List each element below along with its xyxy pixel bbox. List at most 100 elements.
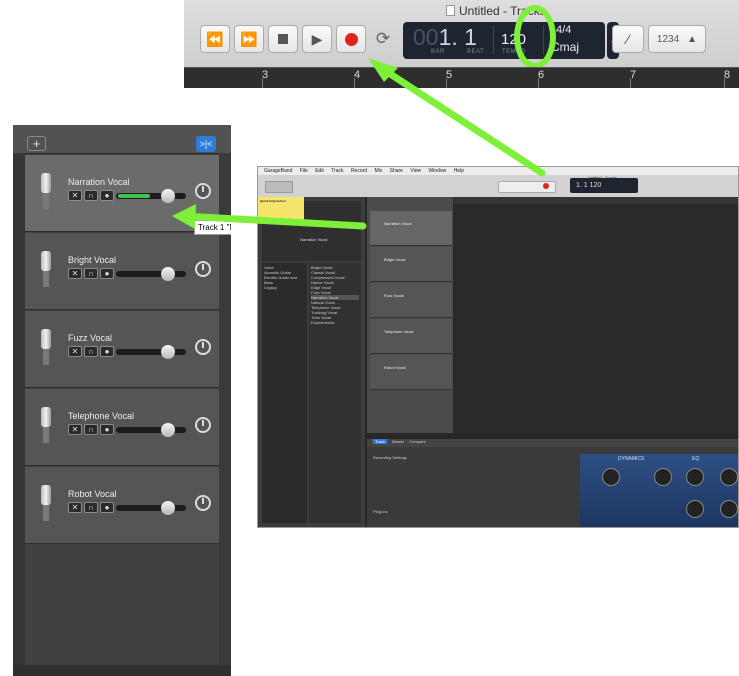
tab-master[interactable]: Master	[392, 439, 404, 444]
microphone-icon	[41, 329, 51, 367]
headphones-icon[interactable]: ∩	[84, 424, 98, 435]
timeline-ruler[interactable]: 3 4 5 6 7 8	[184, 67, 739, 88]
menu-item[interactable]: Edit	[315, 168, 324, 174]
app-ruler[interactable]	[454, 197, 738, 204]
menu-item[interactable]: Mix	[374, 168, 382, 174]
library-panel: Narration Vocal Voice Acoustic Guitar Elec…	[258, 197, 365, 527]
track-tooltip: Track 1 "N	[194, 220, 231, 235]
mute-icon[interactable]: ✕	[68, 346, 82, 357]
pan-knob[interactable]	[195, 417, 211, 433]
track-name: Fuzz Vocal	[68, 333, 113, 343]
play-button[interactable]: ▶	[302, 25, 332, 53]
forward-button[interactable]: ⏩	[234, 25, 264, 53]
eq-knob[interactable]	[720, 500, 738, 518]
add-track-button[interactable]: +	[27, 136, 46, 151]
headphones-icon[interactable]: ∩	[84, 346, 98, 357]
track-header-toolbar: + >|<	[13, 125, 231, 154]
garageband-window-screenshot: GarageBand File Edit Track Record Mix Sh…	[257, 166, 739, 528]
library-presets[interactable]: Bright Vocal Classic Vocal Compressed Voca…	[309, 263, 361, 523]
track-header-crop: + >|< Narration Vocal ✕ ∩ ● Bright Vocal ✕…	[13, 125, 231, 676]
track-header-narration[interactable]: Narration Vocal ✕ ∩ ●	[25, 155, 219, 232]
tracks-grid[interactable]	[454, 197, 738, 433]
stop-button[interactable]	[268, 25, 298, 53]
record-enable-icon[interactable]: ●	[100, 268, 114, 279]
headphones-icon[interactable]: ∩	[84, 502, 98, 513]
volume-slider[interactable]	[116, 423, 186, 437]
volume-knob[interactable]	[161, 267, 175, 281]
bar-readout: 001. 1	[413, 24, 477, 50]
mute-icon[interactable]: ✕	[68, 424, 82, 435]
menu-item[interactable]: Help	[454, 168, 464, 174]
volume-knob[interactable]	[161, 501, 175, 515]
pan-knob[interactable]	[195, 339, 211, 355]
beat-label: BEAT	[467, 49, 485, 55]
fast-forward-icon: ⏩	[240, 30, 258, 47]
editor-tabs: Track Master Compare	[367, 439, 738, 447]
tab-track[interactable]: Track	[373, 439, 387, 444]
cycle-button[interactable]: ⟳	[370, 25, 396, 53]
microphone-icon	[41, 407, 51, 445]
menu-item[interactable]: File	[300, 168, 308, 174]
volume-slider[interactable]	[116, 345, 186, 359]
eq-knob[interactable]	[720, 468, 738, 486]
library-categories[interactable]: Voice Acoustic Guitar Electric Guitar and …	[262, 263, 307, 523]
menu-item[interactable]: GarageBand	[264, 168, 292, 174]
filter-icon: >|<	[199, 139, 213, 149]
record-enable-icon[interactable]: ●	[100, 346, 114, 357]
pan-knob[interactable]	[195, 261, 211, 277]
menu-item[interactable]: View	[410, 168, 421, 174]
app-track[interactable]: Fuzz Vocal	[370, 283, 452, 318]
tuner-button[interactable]: ⁄	[612, 25, 644, 53]
app-lcd[interactable]: 1. 1 120	[570, 178, 638, 193]
pan-knob[interactable]	[195, 183, 211, 199]
time-signature: 4/4	[556, 24, 572, 36]
track-header-bright[interactable]: Bright Vocal ✕ ∩ ●	[25, 233, 219, 310]
volume-slider[interactable]	[116, 189, 186, 203]
eq-knob[interactable]	[654, 468, 672, 486]
track-header-telephone[interactable]: Telephone Vocal ✕ ∩ ●	[25, 389, 219, 466]
app-track[interactable]: Bright Vocal	[370, 247, 452, 282]
app-track[interactable]: Robot Vocal	[370, 355, 452, 390]
mute-icon[interactable]: ✕	[68, 502, 82, 513]
record-enable-icon[interactable]: ●	[100, 502, 114, 513]
app-track[interactable]: Narration Vocal	[370, 211, 452, 246]
track-name: Narration Vocal	[68, 177, 130, 187]
headphones-icon[interactable]: ∩	[84, 268, 98, 279]
microphone-icon	[41, 173, 51, 211]
menu-bar: GarageBand File Edit Track Record Mix Sh…	[258, 167, 738, 175]
menu-item[interactable]: Track	[331, 168, 343, 174]
mute-icon[interactable]: ✕	[68, 268, 82, 279]
headphones-icon[interactable]: ∩	[84, 190, 98, 201]
document-icon	[446, 5, 455, 16]
volume-slider[interactable]	[116, 267, 186, 281]
bar-label: BAR	[431, 49, 445, 55]
menu-item[interactable]: Record	[351, 168, 367, 174]
pan-knob[interactable]	[195, 495, 211, 511]
track-header-fuzz[interactable]: Fuzz Vocal ✕ ∩ ●	[25, 311, 219, 388]
volume-knob[interactable]	[161, 345, 175, 359]
mute-icon[interactable]: ✕	[68, 190, 82, 201]
menu-item[interactable]: Share	[390, 168, 403, 174]
metronome-icon: ▲	[687, 33, 698, 45]
track-header-robot[interactable]: Robot Vocal ✕ ∩ ●	[25, 467, 219, 544]
app-track[interactable]: Telephone Vocal	[370, 319, 452, 354]
record-button[interactable]	[336, 25, 366, 53]
rewind-button[interactable]: ⏪	[200, 25, 230, 53]
library-buttons[interactable]	[265, 181, 293, 193]
eq-knob[interactable]	[686, 468, 704, 486]
volume-knob[interactable]	[161, 189, 175, 203]
eq-knob[interactable]	[686, 500, 704, 518]
app-track-headers: Narration Vocal Bright Vocal Fuzz Vocal …	[367, 197, 453, 433]
compressor-knob[interactable]	[602, 468, 620, 486]
record-enable-icon[interactable]: ●	[100, 190, 114, 201]
tab-compare[interactable]: Compare	[409, 439, 425, 444]
track-filter-button[interactable]: >|<	[196, 136, 216, 152]
volume-knob[interactable]	[161, 423, 175, 437]
record-enable-icon[interactable]: ●	[100, 424, 114, 435]
menu-item[interactable]: Window	[429, 168, 447, 174]
app-record-icon[interactable]	[543, 183, 549, 189]
volume-slider[interactable]	[116, 501, 186, 515]
count-in-button[interactable]: 1234 ▲	[648, 25, 706, 53]
track-name: Robot Vocal	[68, 489, 117, 499]
lcd-display[interactable]: 001. 1 BAR BEAT 120 TEMPO 4/4 Cmaj	[403, 22, 605, 59]
